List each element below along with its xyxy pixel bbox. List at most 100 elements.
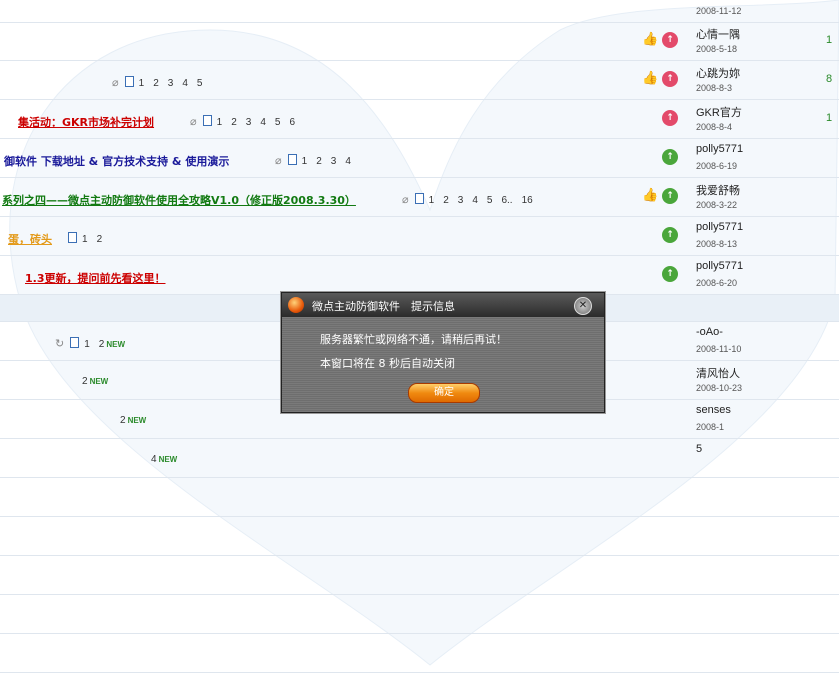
countdown-text: 本窗口将在 8 秒后自动关闭 <box>320 357 455 370</box>
last-poster[interactable]: 心情一隅 <box>696 26 740 42</box>
attachment-icon: ⌀ <box>190 116 197 128</box>
table-row[interactable]: 1.3更新，提问前先看这里！ ↑ polly5771 2008-6-20 <box>0 256 839 295</box>
post-date: 2008-6-19 <box>696 161 738 171</box>
page-link[interactable]: 2 <box>443 195 449 206</box>
page-link[interactable]: 5 <box>275 117 281 128</box>
page-link[interactable]: 2 <box>97 234 103 245</box>
table-row <box>0 478 839 517</box>
table-row[interactable]: 系列之四——微点主动防御软件使用全攻略V1.0（修正版2008.3.30） ⌀ 1… <box>0 178 839 217</box>
page-link[interactable]: 3 <box>168 78 174 89</box>
last-poster[interactable]: 我爱舒畅 <box>696 182 740 198</box>
page-link[interactable]: 6 <box>289 117 295 128</box>
post-date: 2008-8-4 <box>696 122 733 132</box>
page-link[interactable]: 2 <box>316 156 322 167</box>
table-row[interactable]: 集活动：GKR市场补完计划 ⌀ 1 2 3 4 5 6 ↑ GKR官方 2008-8-4 1 <box>0 100 839 139</box>
page-link[interactable]: 2 <box>153 78 159 89</box>
top-arrow-icon: ↑ <box>662 110 678 126</box>
last-poster[interactable]: senses <box>696 404 731 416</box>
last-poster[interactable]: 5 <box>696 443 702 455</box>
page-link[interactable]: 16 <box>522 195 533 206</box>
table-row <box>0 634 839 673</box>
table-row[interactable]: ⌀ 1 2 3 4 5 👍 ↑ 心跳为妳 2008-8-3 8 <box>0 61 839 100</box>
table-row[interactable]: 2008-11-12 <box>0 0 839 23</box>
page-link[interactable]: 5 <box>487 195 493 206</box>
page-link[interactable]: 4 <box>182 78 188 89</box>
table-row <box>0 517 839 556</box>
page-link[interactable]: 1 <box>429 195 435 206</box>
page-link[interactable]: 4 <box>345 156 351 167</box>
page-link[interactable]: 2 <box>99 339 105 350</box>
post-date: 2008-1 <box>696 422 725 432</box>
page-link[interactable]: 2 <box>231 117 237 128</box>
page-link[interactable]: 3 <box>458 195 464 206</box>
table-row[interactable]: 4 NEW 5 <box>0 439 839 478</box>
last-poster[interactable]: polly5771 <box>696 260 743 272</box>
close-icon[interactable]: ✕ <box>574 297 592 315</box>
page-links: 4 NEW <box>151 454 177 465</box>
top-arrow-icon: ↑ <box>662 266 678 282</box>
page-links: ⌀ 1 2 3 4 <box>275 154 360 167</box>
new-badge: NEW <box>106 340 126 349</box>
table-row[interactable]: 👍 ↑ 心情一隅 2008-5-18 1 <box>0 22 839 61</box>
reply-count: 8 <box>826 73 833 85</box>
dialog-titlebar[interactable]: 微点主动防御软件 提示信息 ✕ <box>282 293 604 317</box>
page-link[interactable]: 1 <box>84 339 90 350</box>
page-links: ⌀ 1 2 3 4 5 <box>112 76 211 89</box>
last-poster[interactable]: polly5771 <box>696 143 743 155</box>
last-poster[interactable]: -oAo- <box>696 326 723 338</box>
last-poster[interactable]: polly5771 <box>696 221 743 233</box>
thumbs-up-icon: 👍 <box>642 32 659 47</box>
post-date: 2008-8-13 <box>696 239 738 249</box>
page-link[interactable]: 1 <box>139 78 145 89</box>
page-link[interactable]: 2 <box>120 415 126 426</box>
last-poster[interactable]: GKR官方 <box>696 104 742 120</box>
new-badge: NEW <box>127 416 147 425</box>
error-message: 服务器繁忙或网络不通，请稍后再试！ <box>320 333 507 346</box>
post-date: 2008-5-18 <box>696 44 738 54</box>
page-links: 2 NEW <box>82 376 108 387</box>
attachment-icon: ⌀ <box>402 194 409 206</box>
reply-count: 1 <box>826 112 833 124</box>
page-icon <box>414 193 424 204</box>
top-arrow-icon: ↑ <box>662 71 678 87</box>
page-link[interactable]: 3 <box>246 117 252 128</box>
page-link[interactable]: 3 <box>331 156 337 167</box>
table-row[interactable]: 御软件 下载地址 & 官方技术支持 & 使用演示 ⌀ 1 2 3 4 ↑ polly57… <box>0 139 839 178</box>
page-links: ⌀ 1 2 3 4 5 6 <box>190 115 304 128</box>
last-poster[interactable]: 清风怡人 <box>696 365 740 381</box>
page-icon <box>70 337 80 348</box>
page-link[interactable]: 1 <box>217 117 223 128</box>
thread-title[interactable]: 系列之四——微点主动防御软件使用全攻略V1.0（修正版2008.3.30） <box>2 192 356 208</box>
page-icon <box>124 76 134 87</box>
page-icon <box>202 115 212 126</box>
page-link[interactable]: 6.. <box>501 195 512 206</box>
top-arrow-icon: ↑ <box>662 32 678 48</box>
thumbs-up-icon: 👍 <box>642 188 659 203</box>
thread-title[interactable]: 集活动：GKR市场补完计划 <box>18 114 154 130</box>
thread-title[interactable]: 1.3更新，提问前先看这里！ <box>25 270 166 286</box>
page-link[interactable]: 4 <box>472 195 478 206</box>
post-date: 2008-3-22 <box>696 200 738 210</box>
page-links: ⌀ 1 2 3 4 5 6.. 16 <box>402 193 542 206</box>
page-link[interactable]: 4 <box>260 117 266 128</box>
table-row[interactable]: 蛋，砖头 12 ↑ polly5771 2008-8-13 <box>0 217 839 256</box>
page-link[interactable]: 4 <box>151 454 157 465</box>
page-link[interactable]: 2 <box>82 376 88 387</box>
app-logo-icon <box>288 297 304 313</box>
new-badge: NEW <box>158 455 178 464</box>
page-links: ↻ 1 2 NEW <box>55 337 125 350</box>
ok-button[interactable]: 确定 <box>408 383 480 403</box>
page-link[interactable]: 1 <box>302 156 308 167</box>
thread-title[interactable]: 御软件 下载地址 & 官方技术支持 & 使用演示 <box>4 153 229 169</box>
page-link[interactable]: 1 <box>82 234 88 245</box>
table-row <box>0 556 839 595</box>
post-date: 2008-10-23 <box>696 383 743 393</box>
attachment-icon: ⌀ <box>275 155 282 167</box>
thread-title[interactable]: 蛋，砖头 <box>8 231 52 247</box>
post-date: 2008-11-12 <box>696 6 742 16</box>
last-poster[interactable]: 心跳为妳 <box>696 65 740 81</box>
post-date: 2008-6-20 <box>696 278 738 288</box>
reply-count: 1 <box>826 34 833 46</box>
page-icon <box>68 232 77 243</box>
page-link[interactable]: 5 <box>197 78 203 89</box>
